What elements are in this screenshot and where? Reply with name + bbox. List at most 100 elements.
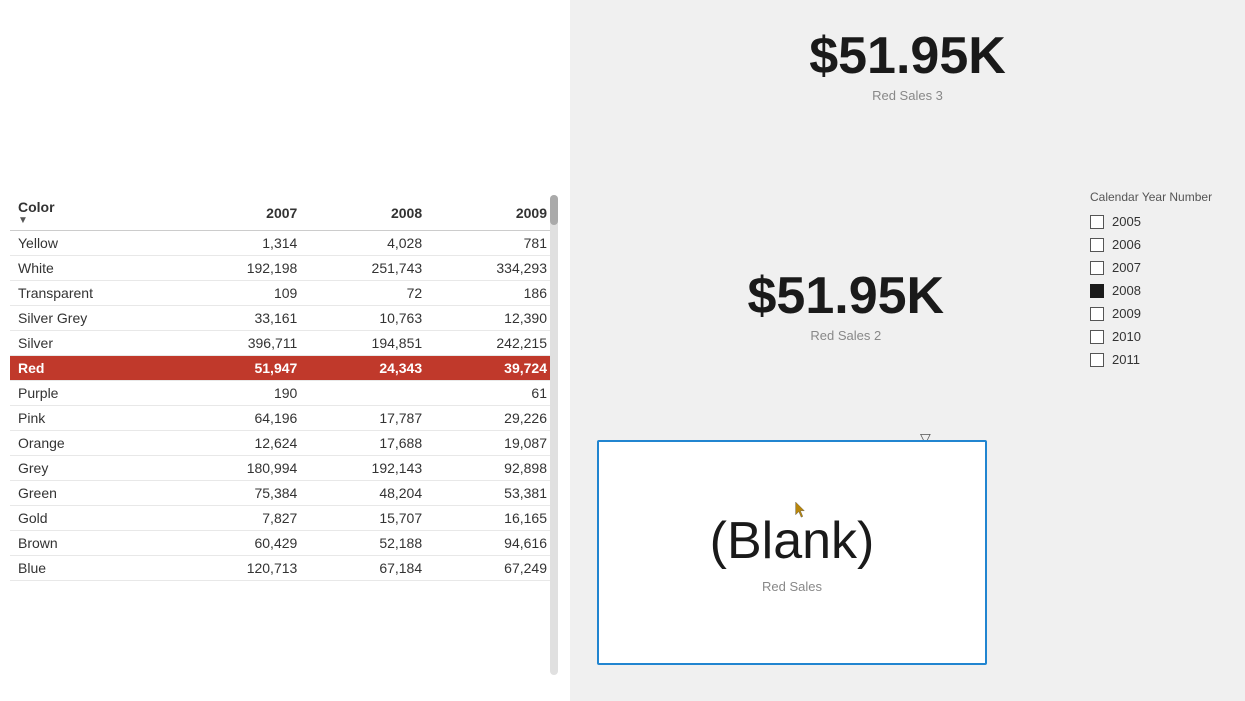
col-header-2008[interactable]: 2008 xyxy=(305,195,430,231)
cell-v2007-9: 180,994 xyxy=(180,456,305,481)
cell-color-2: Transparent xyxy=(10,281,180,306)
legend-label-2006: 2006 xyxy=(1112,237,1141,252)
cell-v2009-2: 186 xyxy=(430,281,555,306)
legend-title: Calendar Year Number xyxy=(1090,190,1235,204)
data-table: Color ▼ 2007 2008 2009 Yellow1,3144,0287… xyxy=(10,195,555,581)
kpi-middle-label: Red Sales 2 xyxy=(748,328,945,343)
cell-v2008-0: 4,028 xyxy=(305,231,430,256)
cell-v2009-11: 16,165 xyxy=(430,506,555,531)
cell-v2009-13: 67,249 xyxy=(430,556,555,581)
cell-v2007-1: 192,198 xyxy=(180,256,305,281)
cell-v2007-2: 109 xyxy=(180,281,305,306)
col-header-2007[interactable]: 2007 xyxy=(180,195,305,231)
legend-label-2007: 2007 xyxy=(1112,260,1141,275)
cell-v2007-5: 51,947 xyxy=(180,356,305,381)
legend-item-2011[interactable]: 2011 xyxy=(1090,352,1235,367)
legend-label-2009: 2009 xyxy=(1112,306,1141,321)
cell-v2009-0: 781 xyxy=(430,231,555,256)
scrollbar-thumb[interactable] xyxy=(550,195,558,225)
legend-label-2010: 2010 xyxy=(1112,329,1141,344)
cell-v2007-3: 33,161 xyxy=(180,306,305,331)
col-header-color[interactable]: Color ▼ xyxy=(10,195,180,231)
cell-v2009-1: 334,293 xyxy=(430,256,555,281)
legend-checkbox-2008[interactable] xyxy=(1090,284,1104,298)
cell-color-12: Brown xyxy=(10,531,180,556)
table-row[interactable]: Green75,38448,20453,381 xyxy=(10,481,555,506)
cell-v2009-4: 242,215 xyxy=(430,331,555,356)
table-row[interactable]: Yellow1,3144,028781 xyxy=(10,231,555,256)
cell-v2008-10: 48,204 xyxy=(305,481,430,506)
table-row[interactable]: Transparent10972186 xyxy=(10,281,555,306)
table-row[interactable]: Pink64,19617,78729,226 xyxy=(10,406,555,431)
table-row[interactable]: Red51,94724,34339,724 xyxy=(10,356,555,381)
blank-card-label: Red Sales xyxy=(762,579,822,594)
legend-panel: Calendar Year Number 2005 2006 2007 2008 200… xyxy=(1080,180,1245,385)
cell-v2007-7: 64,196 xyxy=(180,406,305,431)
cell-v2008-8: 17,688 xyxy=(305,431,430,456)
table-container: Color ▼ 2007 2008 2009 Yellow1,3144,0287… xyxy=(10,195,555,581)
blank-card[interactable]: (Blank) Red Sales xyxy=(597,440,987,665)
table-row[interactable]: Orange12,62417,68819,087 xyxy=(10,431,555,456)
table-row[interactable]: Purple19061 xyxy=(10,381,555,406)
cell-color-0: Yellow xyxy=(10,231,180,256)
kpi-top-card: $51.95K Red Sales 3 xyxy=(809,30,1006,103)
cell-v2008-7: 17,787 xyxy=(305,406,430,431)
cell-v2008-2: 72 xyxy=(305,281,430,306)
table-row[interactable]: Blue120,71367,18467,249 xyxy=(10,556,555,581)
cell-v2009-7: 29,226 xyxy=(430,406,555,431)
cell-v2008-1: 251,743 xyxy=(305,256,430,281)
cell-color-3: Silver Grey xyxy=(10,306,180,331)
legend-checkbox-2007[interactable] xyxy=(1090,261,1104,275)
legend-item-2008[interactable]: 2008 xyxy=(1090,283,1235,298)
table-row[interactable]: Brown60,42952,18894,616 xyxy=(10,531,555,556)
col-header-2009[interactable]: 2009 xyxy=(430,195,555,231)
cell-v2007-6: 190 xyxy=(180,381,305,406)
table-panel: Color ▼ 2007 2008 2009 Yellow1,3144,0287… xyxy=(0,0,570,701)
legend-label-2008: 2008 xyxy=(1112,283,1141,298)
legend-item-2010[interactable]: 2010 xyxy=(1090,329,1235,344)
kpi-top-label: Red Sales 3 xyxy=(809,88,1006,103)
legend-checkbox-2006[interactable] xyxy=(1090,238,1104,252)
cell-v2007-4: 396,711 xyxy=(180,331,305,356)
table-row[interactable]: Grey180,994192,14392,898 xyxy=(10,456,555,481)
legend-item-2007[interactable]: 2007 xyxy=(1090,260,1235,275)
cell-v2009-9: 92,898 xyxy=(430,456,555,481)
kpi-top-value: $51.95K xyxy=(809,30,1006,82)
blank-card-value: (Blank) xyxy=(710,511,875,571)
table-row[interactable]: Silver Grey33,16110,76312,390 xyxy=(10,306,555,331)
main-area: $51.95K Red Sales 3 $51.95K Red Sales 2 … xyxy=(570,0,1245,701)
cell-v2008-3: 10,763 xyxy=(305,306,430,331)
legend-item-2005[interactable]: 2005 xyxy=(1090,214,1235,229)
cell-v2009-3: 12,390 xyxy=(430,306,555,331)
cell-v2008-13: 67,184 xyxy=(305,556,430,581)
legend-item-2009[interactable]: 2009 xyxy=(1090,306,1235,321)
legend-label-2011: 2011 xyxy=(1112,352,1140,367)
table-row[interactable]: White192,198251,743334,293 xyxy=(10,256,555,281)
cell-color-7: Pink xyxy=(10,406,180,431)
cell-v2008-5: 24,343 xyxy=(305,356,430,381)
cell-color-10: Green xyxy=(10,481,180,506)
cell-v2007-12: 60,429 xyxy=(180,531,305,556)
legend-checkbox-2005[interactable] xyxy=(1090,215,1104,229)
cell-color-1: White xyxy=(10,256,180,281)
kpi-middle-value: $51.95K xyxy=(748,270,945,322)
cell-v2009-10: 53,381 xyxy=(430,481,555,506)
cell-v2009-6: 61 xyxy=(430,381,555,406)
legend-item-2006[interactable]: 2006 xyxy=(1090,237,1235,252)
table-row[interactable]: Gold7,82715,70716,165 xyxy=(10,506,555,531)
cell-v2008-11: 15,707 xyxy=(305,506,430,531)
legend-checkbox-2009[interactable] xyxy=(1090,307,1104,321)
cell-v2007-8: 12,624 xyxy=(180,431,305,456)
legend-checkbox-2010[interactable] xyxy=(1090,330,1104,344)
cell-v2008-9: 192,143 xyxy=(305,456,430,481)
cell-v2009-12: 94,616 xyxy=(430,531,555,556)
cell-v2008-6 xyxy=(305,381,430,406)
cell-color-11: Gold xyxy=(10,506,180,531)
cell-v2007-11: 7,827 xyxy=(180,506,305,531)
cell-color-4: Silver xyxy=(10,331,180,356)
legend-checkbox-2011[interactable] xyxy=(1090,353,1104,367)
cell-color-5: Red xyxy=(10,356,180,381)
cell-v2009-5: 39,724 xyxy=(430,356,555,381)
table-row[interactable]: Silver396,711194,851242,215 xyxy=(10,331,555,356)
table-scrollbar[interactable] xyxy=(550,195,558,675)
